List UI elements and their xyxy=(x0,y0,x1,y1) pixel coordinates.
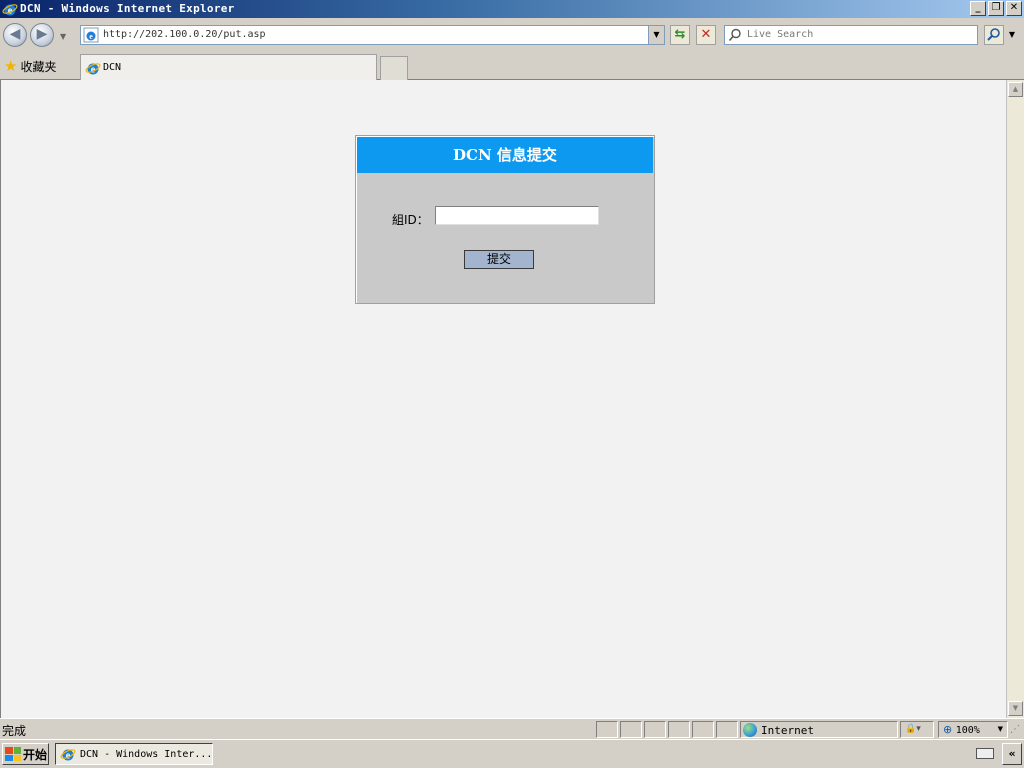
window-title-bar: e DCN - Windows Internet Explorer _ ❐ ✕ xyxy=(0,0,1024,18)
taskbar-item-label: DCN - Windows Inter... xyxy=(80,749,213,760)
refresh-button[interactable]: ⇆ xyxy=(670,25,690,45)
group-id-label: 組ID： xyxy=(392,213,429,227)
globe-icon xyxy=(743,723,757,737)
status-cell xyxy=(644,721,666,738)
back-arrow-icon: ◀ xyxy=(9,26,21,42)
tray-expand-button[interactable]: « xyxy=(1002,743,1022,765)
stop-button[interactable]: ✕ xyxy=(696,25,716,45)
start-button[interactable]: 开始 xyxy=(2,743,49,765)
status-cell xyxy=(692,721,714,738)
page-content: DCN 信息提交 組ID： 提交 xyxy=(0,80,1006,718)
resize-grip-icon[interactable]: ⋰ xyxy=(1010,723,1022,737)
status-cell xyxy=(620,721,642,738)
taskbar: 开始 e DCN - Windows Inter... « xyxy=(0,739,1024,768)
zoom-dropdown-icon[interactable]: ▼ xyxy=(998,722,1003,737)
magnifier-icon xyxy=(987,28,1000,41)
keyboard-icon[interactable] xyxy=(976,748,994,759)
status-cell xyxy=(716,721,738,738)
status-text: 完成 xyxy=(2,724,27,738)
tab-dcn[interactable]: e DCN xyxy=(80,54,377,80)
favorites-label: 收藏夹 xyxy=(20,59,57,74)
zoom-control[interactable]: ⊕ 100% ▼ xyxy=(938,721,1008,738)
search-input[interactable]: Live Search xyxy=(724,25,978,45)
restore-button[interactable]: ❐ xyxy=(988,1,1004,16)
svg-text:e: e xyxy=(89,32,93,41)
close-button[interactable]: ✕ xyxy=(1006,1,1022,16)
address-url[interactable]: http://202.100.0.20/put.asp xyxy=(103,29,266,40)
new-tab-button[interactable] xyxy=(380,56,408,80)
submit-form: DCN 信息提交 組ID： 提交 xyxy=(355,135,655,304)
navigation-toolbar: ◀ ▶ ▼ e http://202.100.0.20/put.asp ▼ ⇆ … xyxy=(0,18,1024,52)
vertical-scrollbar[interactable]: ▲ ▼ xyxy=(1006,80,1024,718)
page-icon: e xyxy=(83,27,99,43)
window-title: DCN - Windows Internet Explorer xyxy=(20,2,235,15)
address-bar[interactable]: e http://202.100.0.20/put.asp ▼ xyxy=(80,25,665,45)
favorites-button[interactable]: ★ 收藏夹 xyxy=(4,56,56,76)
zoom-icon: ⊕ xyxy=(943,723,953,736)
ie-icon: e xyxy=(2,4,18,17)
search-go-button[interactable] xyxy=(984,25,1004,45)
protected-mode-icon[interactable]: 🔒▾ xyxy=(900,721,934,738)
scroll-down-icon[interactable]: ▼ xyxy=(1008,701,1023,716)
tab-label: DCN xyxy=(103,62,122,73)
forward-arrow-icon: ▶ xyxy=(36,26,48,42)
recent-pages-dropdown[interactable]: ▼ xyxy=(60,32,66,41)
submit-button[interactable]: 提交 xyxy=(464,250,534,269)
scroll-up-icon[interactable]: ▲ xyxy=(1008,82,1023,97)
tab-bar: ★ 收藏夹 e DCN xyxy=(0,52,1024,80)
search-placeholder: Live Search xyxy=(747,29,814,40)
back-button[interactable]: ◀ xyxy=(3,23,27,47)
forward-button[interactable]: ▶ xyxy=(30,23,54,47)
form-header: DCN 信息提交 xyxy=(357,137,653,173)
security-zone[interactable]: Internet xyxy=(740,721,898,738)
start-label: 开始 xyxy=(23,747,48,762)
minimize-button[interactable]: _ xyxy=(970,1,986,16)
status-bar: 完成 Internet 🔒▾ ⊕ 100% ▼ ⋰ xyxy=(0,718,1024,739)
zoom-level: 100% xyxy=(955,725,980,736)
search-icon xyxy=(728,28,741,42)
ie-icon: e xyxy=(60,749,76,762)
group-id-input[interactable] xyxy=(435,206,599,225)
search-options-dropdown[interactable]: ▼ xyxy=(1006,25,1018,45)
system-tray xyxy=(970,743,1000,765)
address-dropdown-icon[interactable]: ▼ xyxy=(648,26,664,44)
zone-label: Internet xyxy=(761,724,814,737)
status-cell xyxy=(668,721,690,738)
taskbar-item-ie[interactable]: e DCN - Windows Inter... xyxy=(55,743,213,765)
star-icon: ★ xyxy=(4,57,18,75)
page-icon: e xyxy=(85,63,101,76)
status-cell xyxy=(596,721,618,738)
windows-logo-icon xyxy=(5,747,21,761)
